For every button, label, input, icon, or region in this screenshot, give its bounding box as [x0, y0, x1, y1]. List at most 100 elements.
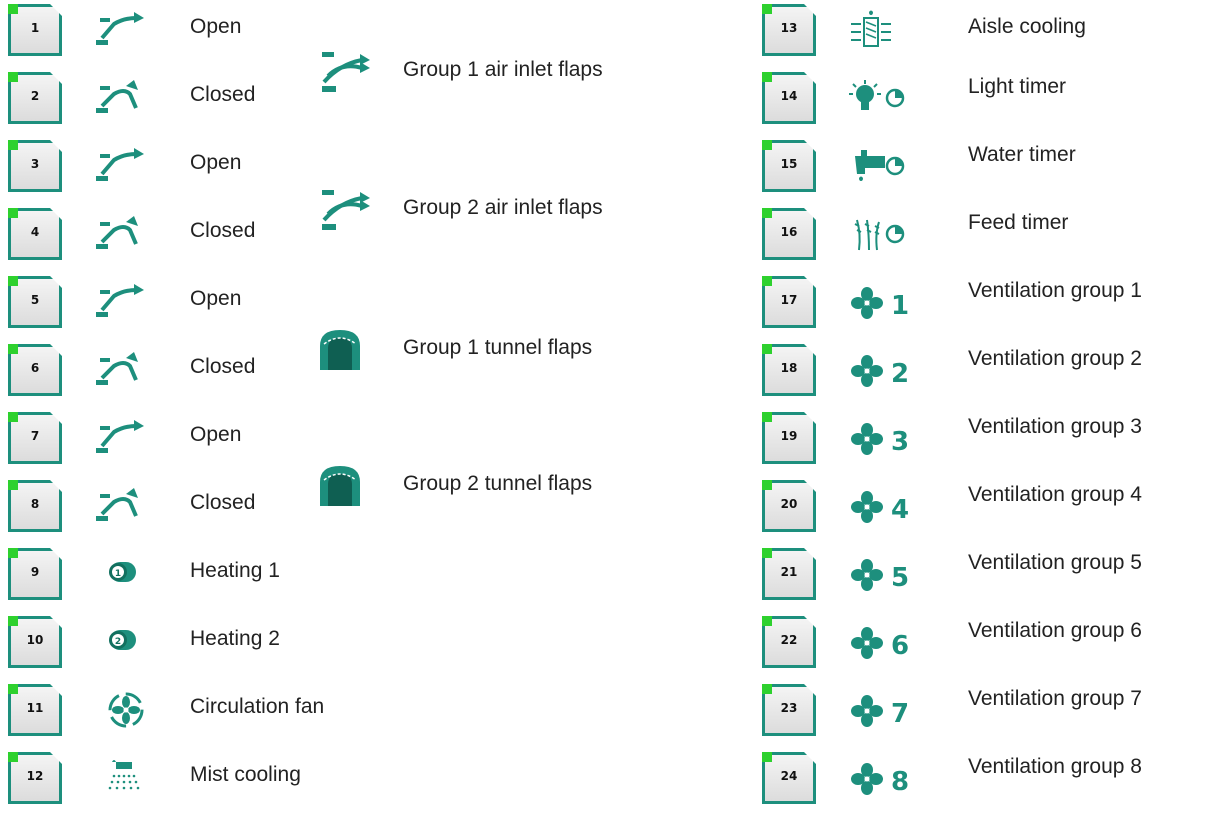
output-label: Ventilation group 6	[968, 619, 1142, 642]
fan-icon: 4	[847, 486, 927, 526]
slot-number: 13	[780, 21, 798, 35]
status-led	[762, 208, 772, 218]
output-label: Closed	[190, 491, 256, 514]
fan-icon: 8	[847, 758, 927, 798]
output-slot-button[interactable]: 22	[762, 616, 816, 668]
output-slot-button[interactable]: 15	[762, 140, 816, 192]
output-label: Open	[190, 423, 242, 446]
slot-number: 11	[26, 701, 44, 715]
output-slot-button[interactable]: 16	[762, 208, 816, 260]
circulation-fan-icon	[88, 690, 168, 730]
output-row: 23 7 Ventilation group 7	[762, 680, 1202, 740]
status-led	[8, 344, 18, 354]
output-row: 21 5 Ventilation group 5	[762, 544, 1202, 604]
output-label: Feed timer	[968, 211, 1069, 234]
feed-timer-icon	[847, 214, 927, 254]
tunnel-flaps-icon	[318, 462, 378, 512]
fan-group-number: 8	[891, 767, 909, 797]
output-slot-button[interactable]: 3	[8, 140, 62, 192]
output-slot-button[interactable]: 24	[762, 752, 816, 804]
mist-cooling-icon	[88, 758, 168, 798]
output-row: 7 Open	[8, 408, 308, 468]
slot-number: 8	[30, 497, 40, 511]
heater-1-icon: 1	[88, 554, 168, 594]
output-row: 17 1 Ventilation group 1	[762, 272, 1202, 332]
flap-closed-icon	[88, 486, 168, 526]
output-slot-button[interactable]: 6	[8, 344, 62, 396]
fan-group-number: 1	[891, 291, 909, 321]
output-slot-button[interactable]: 8	[8, 480, 62, 532]
output-slot-button[interactable]: 5	[8, 276, 62, 328]
output-slot-button[interactable]: 19	[762, 412, 816, 464]
slot-number: 15	[780, 157, 798, 171]
output-row: 13 Aisle cooling	[762, 0, 1202, 60]
air-inlet-flaps-icon	[318, 186, 378, 236]
slot-number: 5	[30, 293, 40, 307]
slot-number: 20	[780, 497, 798, 511]
output-slot-button[interactable]: 2	[8, 72, 62, 124]
output-slot-button[interactable]: 12	[8, 752, 62, 804]
status-led	[8, 208, 18, 218]
flap-open-icon	[88, 146, 168, 186]
slot-number: 14	[780, 89, 798, 103]
output-slot-button[interactable]: 14	[762, 72, 816, 124]
output-row: 2 Closed	[8, 68, 308, 128]
flap-closed-icon	[88, 78, 168, 118]
fan-group-number: 4	[891, 495, 909, 525]
output-row: 1 Open	[8, 0, 308, 60]
output-row: 14 Light timer	[762, 68, 1202, 128]
output-slot-button[interactable]: 10	[8, 616, 62, 668]
output-row: 18 2 Ventilation group 2	[762, 340, 1202, 400]
output-slot-button[interactable]: 1	[8, 4, 62, 56]
output-row: 4 Closed	[8, 204, 308, 264]
slot-number: 12	[26, 769, 44, 783]
status-led	[762, 480, 772, 490]
output-label: Aisle cooling	[968, 15, 1086, 38]
group-air-inlet-2: Group 2 air inlet flaps	[318, 186, 678, 246]
output-slot-button[interactable]: 21	[762, 548, 816, 600]
output-label: Ventilation group 8	[968, 755, 1142, 778]
slot-number: 21	[780, 565, 798, 579]
status-led	[8, 412, 18, 422]
slot-number: 10	[26, 633, 44, 647]
flap-open-icon	[88, 282, 168, 322]
status-led	[8, 548, 18, 558]
status-led	[762, 4, 772, 14]
group-tunnel-2: Group 2 tunnel flaps	[318, 462, 678, 522]
output-slot-button[interactable]: 18	[762, 344, 816, 396]
output-row: 16 Feed timer	[762, 204, 1202, 264]
group-label: Group 1 tunnel flaps	[403, 336, 593, 359]
group-label: Group 2 air inlet flaps	[403, 196, 603, 219]
output-row: 3 Open	[8, 136, 308, 196]
status-led	[8, 752, 18, 762]
output-slot-button[interactable]: 23	[762, 684, 816, 736]
group-air-inlet-1: Group 1 air inlet flaps	[318, 48, 678, 108]
output-label: Light timer	[968, 75, 1067, 98]
status-led	[8, 616, 18, 626]
output-label: Closed	[190, 219, 256, 242]
slot-number: 19	[780, 429, 798, 443]
output-slot-button[interactable]: 13	[762, 4, 816, 56]
output-slot-button[interactable]: 11	[8, 684, 62, 736]
output-slot-button[interactable]: 7	[8, 412, 62, 464]
output-row: 24 8 Ventilation group 8	[762, 748, 1202, 808]
fan-icon: 3	[847, 418, 927, 458]
output-slot-button[interactable]: 4	[8, 208, 62, 260]
fan-icon: 1	[847, 282, 927, 322]
slot-number: 4	[30, 225, 40, 239]
output-slot-button[interactable]: 9	[8, 548, 62, 600]
fan-group-number: 2	[891, 359, 909, 389]
fan-icon: 6	[847, 622, 927, 662]
output-slot-button[interactable]: 17	[762, 276, 816, 328]
slot-number: 22	[780, 633, 798, 647]
output-label: Water timer	[968, 143, 1076, 166]
output-label: Heating 2	[190, 627, 280, 650]
status-led	[762, 616, 772, 626]
output-row: 5 Open	[8, 272, 308, 332]
output-slot-button[interactable]: 20	[762, 480, 816, 532]
water-timer-icon	[847, 146, 927, 186]
output-label: Mist cooling	[190, 763, 301, 786]
flap-open-icon	[88, 418, 168, 458]
status-led	[762, 752, 772, 762]
heater-2-icon: 2	[88, 622, 168, 662]
